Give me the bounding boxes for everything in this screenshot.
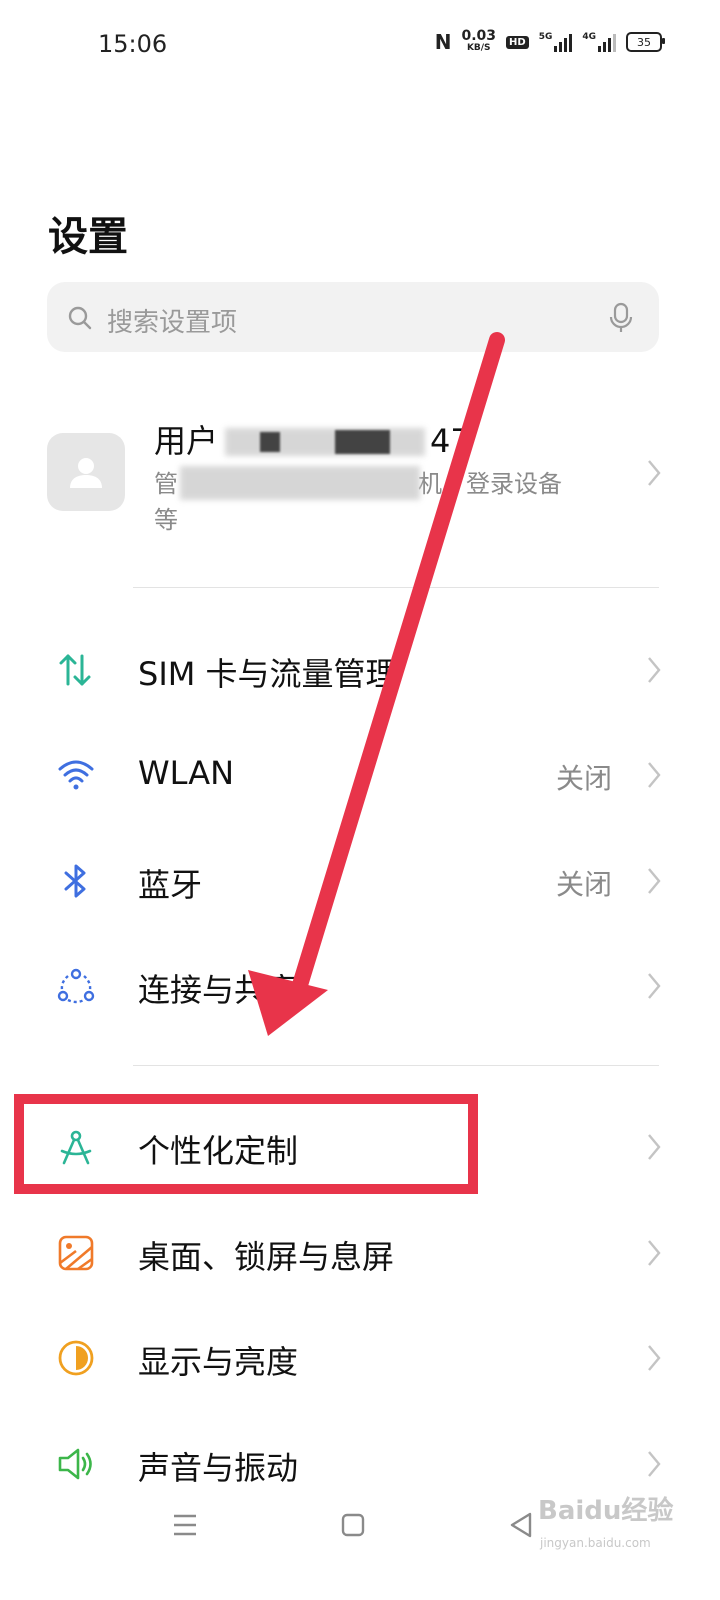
signal-4g-icon: 4G bbox=[582, 32, 616, 52]
data-transfer-icon bbox=[59, 654, 91, 686]
wifi-icon bbox=[58, 760, 94, 790]
chevron-right-icon bbox=[648, 657, 661, 683]
brightness-icon bbox=[58, 1340, 94, 1376]
microphone-icon[interactable] bbox=[609, 302, 633, 334]
nfc-icon: N bbox=[434, 30, 452, 54]
status-icons: N 0.03 KB/S HD 5G 4G 35 bbox=[434, 28, 665, 54]
user-avatar-icon bbox=[70, 458, 102, 488]
page-title: 设置 bbox=[48, 214, 128, 260]
watermark-url: jingyan.baidu.com bbox=[540, 1536, 651, 1550]
battery-icon: 35 bbox=[626, 32, 665, 52]
chevron-right-icon bbox=[648, 1240, 661, 1266]
settings-item-label: 连接与共享 bbox=[138, 971, 299, 1009]
chevron-right-icon bbox=[648, 460, 661, 486]
hd-voice-icon: HD bbox=[506, 35, 529, 49]
home-nav-icon[interactable] bbox=[341, 1513, 365, 1537]
divider bbox=[133, 587, 659, 588]
settings-item-label: 蓝牙 bbox=[138, 866, 203, 904]
chevron-right-icon bbox=[648, 1134, 661, 1160]
watermark-logo: Baidu经验 bbox=[538, 1496, 674, 1526]
chevron-right-icon bbox=[648, 1345, 661, 1371]
bluetooth-icon bbox=[64, 864, 86, 898]
settings-item-connection[interactable]: 连接与共享 bbox=[0, 933, 720, 1039]
settings-item-label: SIM 卡与流量管理 bbox=[138, 655, 398, 693]
settings-item-value: 关闭 bbox=[555, 762, 612, 795]
divider bbox=[133, 1065, 659, 1066]
settings-item-label: 桌面、锁屏与息屏 bbox=[138, 1238, 395, 1276]
settings-item-wlan[interactable]: WLAN 关闭 bbox=[0, 722, 720, 828]
connection-share-icon bbox=[57, 968, 95, 1004]
settings-item-label: WLAN bbox=[138, 754, 235, 792]
avatar bbox=[47, 433, 125, 511]
network-speed: 0.03 KB/S bbox=[461, 28, 497, 53]
settings-item-sim[interactable]: SIM 卡与流量管理 bbox=[0, 617, 720, 723]
search-icon bbox=[68, 306, 92, 330]
status-time: 15:06 bbox=[98, 30, 168, 58]
settings-item-display[interactable]: 显示与亮度 bbox=[0, 1305, 720, 1411]
chevron-right-icon bbox=[648, 1451, 661, 1477]
settings-item-bluetooth[interactable]: 蓝牙 关闭 bbox=[0, 828, 720, 934]
speaker-icon bbox=[58, 1448, 92, 1480]
settings-item-label: 显示与亮度 bbox=[138, 1343, 299, 1381]
menu-nav-icon[interactable] bbox=[172, 1513, 198, 1537]
account-row[interactable]: 用户 47 管机、登录设备 等 bbox=[0, 410, 720, 545]
signal-5g-icon: 5G bbox=[539, 32, 573, 52]
settings-item-label: 声音与振动 bbox=[138, 1449, 299, 1487]
chevron-right-icon bbox=[648, 973, 661, 999]
chevron-right-icon bbox=[648, 762, 661, 788]
search-bar[interactable]: 搜索设置项 bbox=[47, 282, 659, 352]
back-nav-icon[interactable] bbox=[509, 1511, 533, 1539]
chevron-right-icon bbox=[648, 868, 661, 894]
search-placeholder: 搜索设置项 bbox=[107, 308, 238, 338]
settings-item-value: 关闭 bbox=[555, 868, 612, 901]
status-bar: 15:06 N 0.03 KB/S HD 5G 4G 35 bbox=[0, 0, 720, 90]
highlight-box bbox=[14, 1094, 478, 1194]
settings-item-desktop[interactable]: 桌面、锁屏与息屏 bbox=[0, 1200, 720, 1306]
wallpaper-icon bbox=[58, 1235, 94, 1271]
